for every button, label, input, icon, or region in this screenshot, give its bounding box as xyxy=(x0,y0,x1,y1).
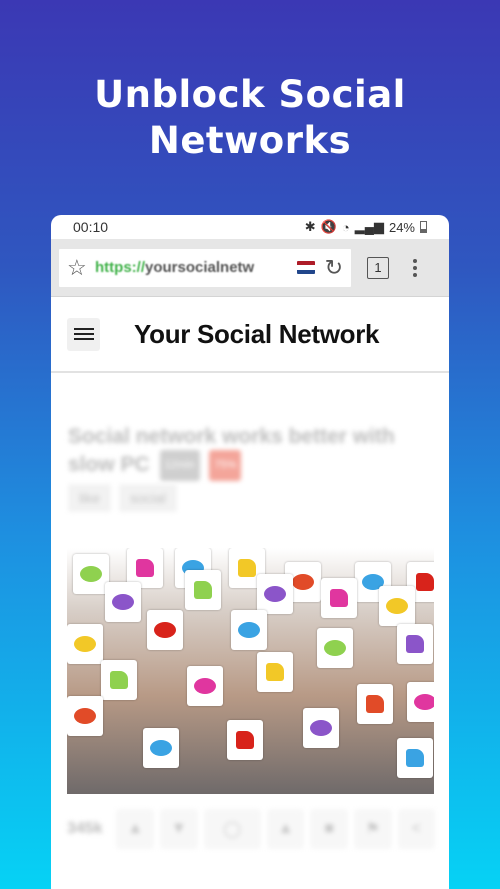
like-icon[interactable]: ▲ xyxy=(116,809,155,849)
url-scheme: https:// xyxy=(95,259,145,276)
hamburger-menu-icon[interactable] xyxy=(67,317,100,351)
battery-percent: 24% xyxy=(388,219,415,235)
post-tags: like social xyxy=(68,484,177,512)
speech-bubble-card xyxy=(73,554,109,594)
promo-headline-line2: Networks xyxy=(148,119,352,162)
thumbs-up-card xyxy=(101,660,137,700)
status-time: 00:10 xyxy=(73,219,109,235)
phone-screen: 00:10 ✱ 🔇 ◔ ▂▄▆ 24% ☆ https://yoursocial… xyxy=(51,215,449,889)
speech-bubble-card xyxy=(143,728,179,768)
speech-bubble-card xyxy=(105,582,141,622)
speech-bubble-card xyxy=(147,610,183,650)
like-count: 345k xyxy=(67,820,103,837)
speech-bubble-card xyxy=(67,624,103,664)
thumbs-up-card xyxy=(357,684,393,724)
site-header: Your Social Network xyxy=(51,297,449,373)
thumbs-up-card xyxy=(397,738,433,778)
netherlands-flag-icon xyxy=(296,261,315,274)
site-title: Your Social Network xyxy=(134,318,380,349)
promo-headline: Unblock Social Networks xyxy=(0,72,500,164)
time-badge: 12min xyxy=(159,450,200,481)
speech-bubble-card xyxy=(303,708,339,748)
address-bar[interactable]: ☆ https://yoursocialnetw ↻ xyxy=(59,248,351,287)
thumbs-up-card xyxy=(257,652,293,692)
url-text[interactable]: https://yoursocialnetw xyxy=(95,259,297,276)
bluetooth-icon: ✱ xyxy=(304,219,316,234)
tag-like[interactable]: like xyxy=(68,484,112,512)
tab-switcher-button[interactable]: 1 xyxy=(367,256,389,279)
browser-toolbar: ☆ https://yoursocialnetw ↻ 1 xyxy=(51,239,449,297)
speech-bubble-card xyxy=(379,586,415,626)
upload-icon[interactable]: ▲ xyxy=(266,809,305,849)
status-bar: 00:10 ✱ 🔇 ◔ ▂▄▆ 24% xyxy=(51,215,449,239)
thumbs-up-card xyxy=(397,624,433,664)
thumbs-up-card xyxy=(227,720,263,760)
speech-bubble-card xyxy=(231,610,267,650)
wifi-icon: ◔ xyxy=(341,219,350,235)
battery-icon xyxy=(420,221,427,233)
flag-icon[interactable]: ⚑ xyxy=(353,809,392,849)
speech-bubble-card xyxy=(407,682,434,722)
signal-icon: ▂▄▆ xyxy=(354,219,384,234)
bookmark-star-icon[interactable]: ☆ xyxy=(67,255,95,281)
tag-social[interactable]: social xyxy=(119,484,177,512)
speech-bubble-card xyxy=(187,666,223,706)
share-icon[interactable]: < xyxy=(397,809,436,849)
post-title[interactable]: Social network works better with slow PC… xyxy=(68,423,398,481)
score-badge: 75% xyxy=(209,450,242,481)
speech-bubble-card xyxy=(67,696,103,736)
post-image[interactable] xyxy=(67,548,434,794)
thumbs-up-card xyxy=(321,578,357,618)
thumbs-up-card xyxy=(185,570,221,610)
dislike-icon[interactable]: ▼ xyxy=(160,809,198,849)
mute-vibrate-icon: 🔇 xyxy=(320,219,337,234)
status-icons: ✱ 🔇 ◔ ▂▄▆ 24% xyxy=(305,219,427,235)
reload-icon[interactable]: ↻ xyxy=(325,255,343,281)
comment-icon[interactable]: ◯ xyxy=(203,809,261,849)
overflow-menu-icon[interactable] xyxy=(413,258,417,277)
bookmark-icon[interactable]: ■ xyxy=(310,809,348,849)
promo-headline-line1: Unblock Social xyxy=(94,73,406,116)
url-host: yoursocialnetw xyxy=(145,259,255,276)
post-action-bar: 345k ▲ ▼ ◯ ▲ ■ ⚑ < xyxy=(65,803,437,855)
speech-bubble-card xyxy=(257,574,293,614)
speech-bubble-card xyxy=(317,628,353,668)
